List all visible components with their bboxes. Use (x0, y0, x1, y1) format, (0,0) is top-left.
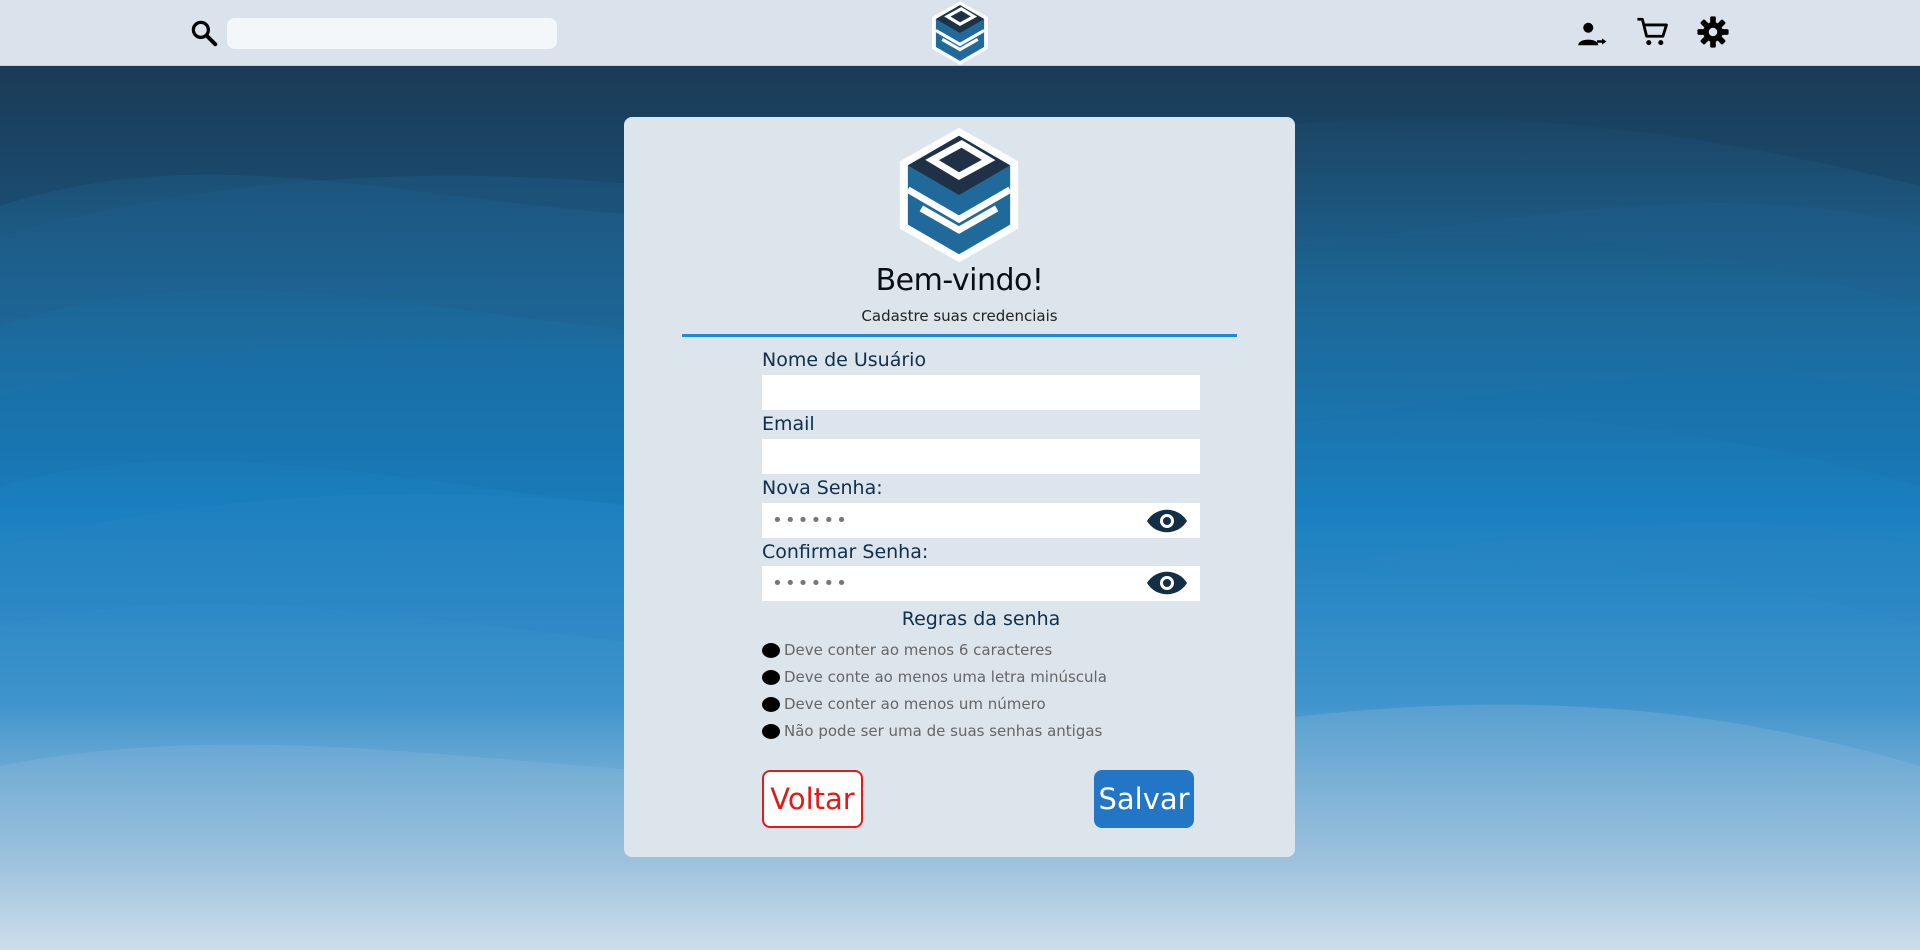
rule-status-dot (762, 696, 780, 712)
password-rule: Deve conte ao menos uma letra minúscula (762, 668, 1107, 686)
page-subtitle: Cadastre suas credenciais (861, 307, 1058, 325)
username-label: Nome de Usuário (762, 349, 927, 371)
page-title: Bem-vindo! (875, 263, 1044, 298)
search-input[interactable] (227, 18, 557, 49)
back-button[interactable]: Voltar (762, 770, 863, 828)
rule-text: Deve conter ao menos um número (784, 695, 1046, 713)
new-password-label: Nova Senha: (762, 477, 883, 499)
email-label: Email (762, 413, 815, 435)
rule-status-dot (762, 723, 780, 739)
password-rule: Deve conter ao menos um número (762, 695, 1046, 713)
top-navigation-bar (0, 0, 1920, 66)
brand-logo-large (899, 127, 1019, 263)
brand-logo[interactable] (928, 0, 992, 66)
save-button[interactable]: Salvar (1094, 770, 1194, 828)
new-password-field[interactable] (762, 503, 1200, 538)
rule-text: Não pode ser uma de suas senhas antigas (784, 722, 1103, 740)
password-rule: Não pode ser uma de suas senhas antigas (762, 722, 1102, 740)
password-rules-title: Regras da senha (901, 608, 1061, 630)
cart-icon[interactable] (1636, 15, 1670, 49)
confirm-password-field[interactable] (762, 566, 1200, 601)
username-field[interactable] (762, 375, 1200, 410)
rule-text: Deve conte ao menos uma letra minúscula (784, 668, 1107, 686)
rule-status-dot (762, 669, 780, 685)
gear-icon[interactable] (1696, 15, 1730, 49)
rule-status-dot (762, 642, 780, 658)
search-icon[interactable] (189, 18, 219, 48)
rule-text: Deve conter ao menos 6 caracteres (784, 641, 1053, 659)
eye-icon[interactable] (1146, 570, 1188, 596)
email-field[interactable] (762, 439, 1200, 474)
title-divider (682, 334, 1237, 337)
eye-icon[interactable] (1146, 508, 1188, 534)
confirm-password-label: Confirmar Senha: (762, 541, 929, 563)
registration-card: Bem-vindo! Cadastre suas credenciais Nom… (624, 117, 1295, 857)
password-rule: Deve conter ao menos 6 caracteres (762, 641, 1052, 659)
user-logout-icon[interactable] (1577, 19, 1607, 49)
